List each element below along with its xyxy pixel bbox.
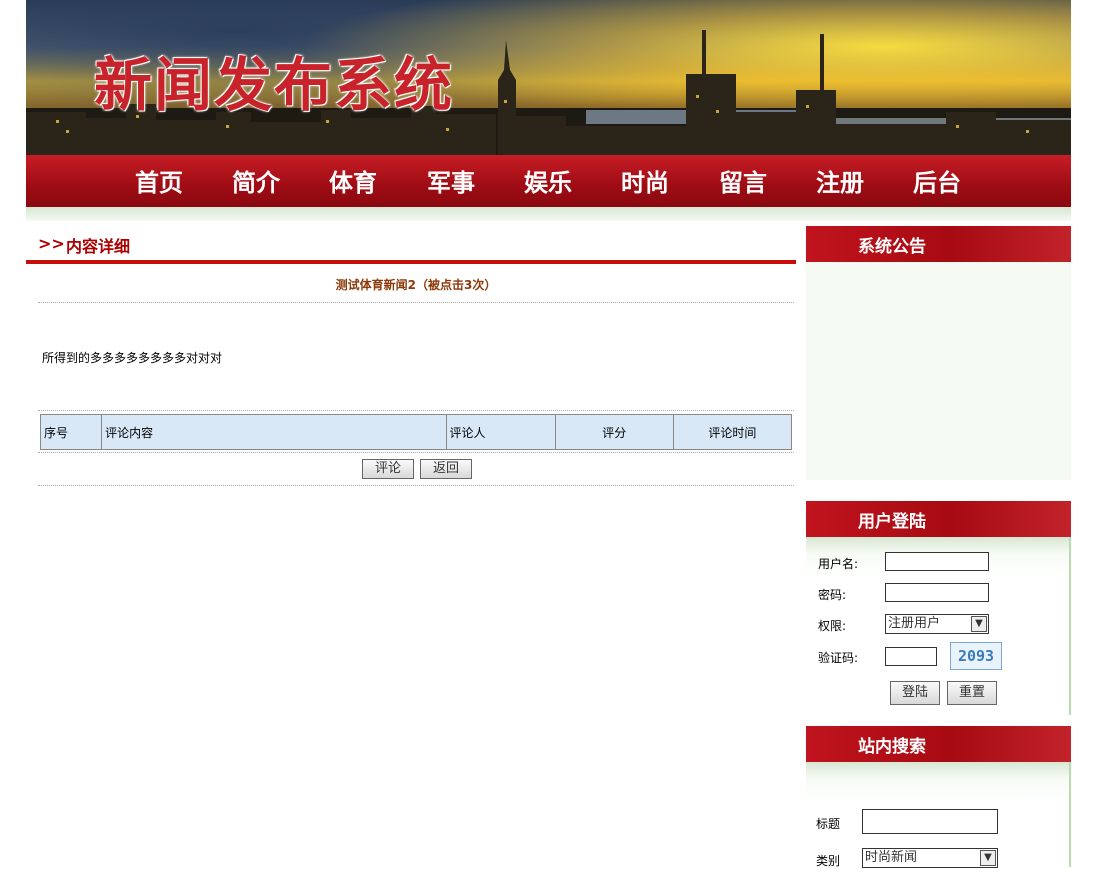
double-chevron-icon: >> (38, 234, 65, 253)
news-title: 测试体育新闻2（被点击3次） (335, 278, 497, 292)
login-button[interactable]: 登陆 (890, 681, 940, 705)
notice-panel (806, 262, 1071, 480)
password-input[interactable] (885, 583, 989, 602)
nav-entertainment[interactable]: 娱乐 (524, 163, 572, 198)
nav-fashion[interactable]: 时尚 (621, 163, 669, 198)
login-header: 用户登陆 (806, 501, 1071, 537)
main-nav: 首页 简介 体育 军事 娱乐 时尚 留言 注册 后台 (26, 155, 1071, 207)
back-button[interactable]: 返回 (420, 459, 472, 479)
section-divider (26, 260, 796, 264)
col-index: 序号 (39, 414, 103, 450)
search-title-label: 标题 (816, 817, 841, 831)
site-title: 新闻发布系统 (94, 51, 455, 119)
header-banner: 新闻发布系统 (26, 0, 1071, 155)
comment-button[interactable]: 评论 (362, 459, 414, 479)
password-label: 密码: (818, 588, 847, 602)
reset-button[interactable]: 重置 (947, 681, 997, 705)
captcha-input[interactable] (885, 647, 937, 666)
nav-shadow-strip (26, 207, 1071, 221)
username-label: 用户名: (818, 557, 859, 571)
search-category-label: 类别 (816, 854, 841, 868)
col-comment: 评论内容 (101, 414, 447, 450)
role-label: 权限: (818, 619, 847, 633)
nav-register[interactable]: 注册 (816, 163, 864, 198)
nav-admin[interactable]: 后台 (913, 163, 961, 198)
divider (38, 452, 794, 453)
search-header: 站内搜索 (806, 726, 1071, 762)
news-body: 所得到的多多多多多多多多对对对 (42, 351, 223, 365)
nav-sports[interactable]: 体育 (329, 163, 377, 198)
nav-intro[interactable]: 简介 (232, 163, 280, 198)
notice-header: 系统公告 (806, 226, 1071, 262)
comments-table: 序号 评论内容 评论人 评分 评论时间 (39, 414, 793, 450)
comments-header-row: 序号 评论内容 评论人 评分 评论时间 (39, 414, 793, 450)
role-select[interactable]: 注册用户 ▼ (885, 614, 989, 634)
col-score: 评分 (554, 414, 674, 450)
search-category-value: 时尚新闻 (865, 850, 918, 865)
nav-military[interactable]: 军事 (427, 163, 475, 198)
captcha-image[interactable]: 2093 (950, 642, 1002, 670)
divider (38, 410, 794, 411)
search-title-input[interactable] (862, 809, 998, 834)
search-category-select[interactable]: 时尚新闻 ▼ (862, 848, 998, 868)
notice-title: 系统公告 (858, 237, 926, 257)
chevron-down-icon[interactable]: ▼ (980, 850, 996, 866)
section-title: 内容详细 (66, 237, 131, 256)
nav-home[interactable]: 首页 (135, 163, 183, 198)
chevron-down-icon[interactable]: ▼ (971, 616, 987, 632)
col-comment-time: 评论时间 (672, 414, 793, 450)
login-title: 用户登陆 (858, 512, 926, 532)
nav-guestbook[interactable]: 留言 (719, 163, 767, 198)
divider (38, 302, 794, 303)
captcha-label: 验证码: (818, 651, 859, 665)
divider (38, 485, 794, 486)
col-commenter: 评论人 (445, 414, 556, 450)
search-title: 站内搜索 (858, 737, 926, 757)
role-selected-value: 注册用户 (888, 616, 941, 631)
section-header: >> 内容详细 (26, 230, 796, 264)
username-input[interactable] (885, 552, 989, 571)
